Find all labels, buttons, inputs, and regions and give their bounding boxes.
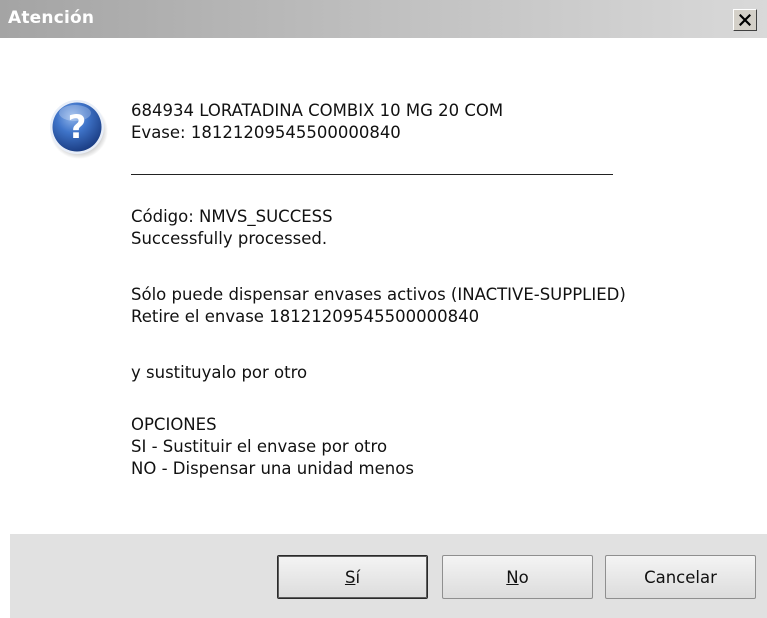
separator-line — [131, 174, 613, 175]
svg-text:?: ? — [68, 108, 87, 146]
no-button-label: o — [518, 567, 529, 587]
window-title: Atención — [8, 8, 95, 28]
status-info: Código: NMVS_SUCCESS Successfully proces… — [131, 206, 751, 250]
warning-info: Sólo puede dispensar envases activos (IN… — [131, 284, 751, 328]
instruction-text: y sustituyalo por otro — [131, 363, 308, 382]
cancel-button-label: Cancelar — [644, 567, 717, 587]
warning-message: Sólo puede dispensar envases activos (IN… — [131, 285, 626, 304]
product-info: 684934 LORATADINA COMBIX 10 MG 20 COM Ev… — [131, 100, 751, 144]
product-description: 684934 LORATADINA COMBIX 10 MG 20 COM — [131, 101, 504, 120]
si-button-accel: S — [344, 567, 356, 587]
si-button[interactable]: Sí — [277, 555, 428, 599]
options-header: OPCIONES — [131, 415, 217, 434]
option-si-text: SI - Sustituir el envase por otro — [131, 437, 388, 456]
option-no-text: NO - Dispensar una unidad menos — [131, 459, 414, 478]
dialog-window: Atención ? 684934 LORATADINA COMBIX 10 M… — [0, 0, 767, 618]
cancel-button[interactable]: Cancelar — [605, 555, 756, 599]
options-info: OPCIONES SI - Sustituir el envase por ot… — [131, 414, 751, 480]
pack-serial: Evase: 18121209545500000840 — [131, 123, 401, 142]
remove-pack-message: Retire el envase 18121209545500000840 — [131, 307, 480, 326]
no-button-accel: N — [506, 567, 519, 587]
status-message: Successfully processed. — [131, 229, 328, 248]
si-button-label: í — [355, 567, 361, 587]
question-icon: ? — [50, 100, 108, 159]
close-icon — [739, 14, 751, 26]
status-code: Código: NMVS_SUCCESS — [131, 207, 333, 226]
instruction-info: y sustituyalo por otro — [131, 362, 751, 384]
close-button[interactable] — [733, 9, 757, 31]
no-button[interactable]: No — [442, 555, 593, 599]
title-bar[interactable]: Atención — [0, 0, 767, 38]
